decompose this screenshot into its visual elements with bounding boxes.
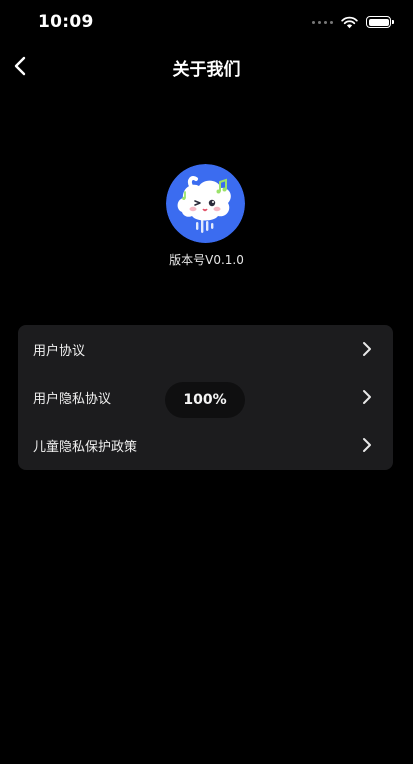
app-version: 版本号V0.1.0: [169, 253, 244, 267]
menu-item-user-agreement[interactable]: 用户协议: [18, 325, 393, 373]
menu-item-label: 用户协议: [33, 344, 86, 359]
nav-bar: 关于我们: [0, 44, 413, 88]
page-title: 关于我们: [172, 60, 241, 80]
menu-item-label: 用户隐私协议: [33, 392, 112, 407]
battery-icon: [366, 16, 394, 28]
chevron-right-icon: [363, 390, 371, 404]
menu-item-label: 儿童隐私保护政策: [33, 440, 138, 455]
status-icons: [312, 14, 394, 30]
app-logo: [166, 164, 245, 243]
status-time: 10:09: [38, 12, 94, 32]
battery-level: [368, 18, 389, 26]
cellular-signal-icon: [312, 20, 333, 24]
wifi-icon: [341, 16, 358, 28]
status-bar: 10:09: [0, 0, 413, 44]
menu-item-children-privacy[interactable]: 儿童隐私保护政策: [18, 421, 393, 469]
progress-toast: 100%: [165, 382, 245, 418]
chevron-right-icon: [363, 342, 371, 356]
chevron-right-icon: [363, 438, 371, 452]
